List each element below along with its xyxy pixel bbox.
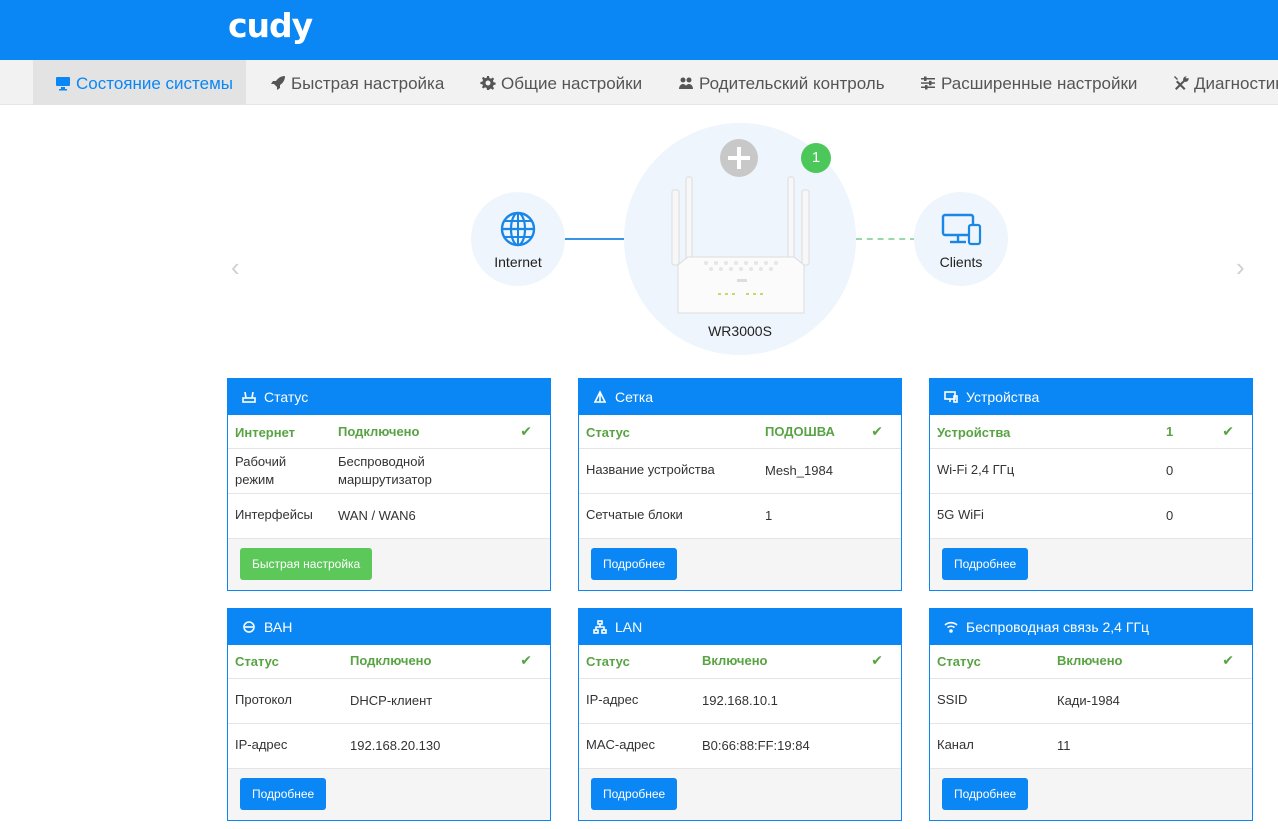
quick-setup-button[interactable]: Быстрая настройка [240,548,373,580]
status-interfaces-row: Интерфейсы WAN / WAN6 [228,494,550,539]
globe-icon [500,211,536,247]
nav-diagnostics[interactable]: Диагностика [1173,60,1278,105]
nav-general-settings[interactable]: Общие настройки [480,60,642,105]
wan-protocol-row: Протокол DHCP-клиент [228,679,550,724]
browser-icon [242,611,256,633]
cudy-logo[interactable]: cudy [228,6,313,45]
nav-advanced-settings[interactable]: Расширенные настройки [920,60,1137,105]
wifi24-status-row: Статус Включено ✔ [930,645,1252,679]
devices-wifi24-row: Wi-Fi 2,4 ГГц 0 [930,449,1252,494]
router-model-label: WR3000S [708,323,772,339]
wan-card: ВАН Статус Подключено ✔ Протокол DHCP-кл… [227,608,551,821]
users-icon [678,62,694,89]
devices-count-row: Устройства 1 ✔ [930,415,1252,449]
mesh-details-button[interactable]: Подробнее [591,548,678,580]
internet-link-line [564,238,626,240]
gear-icon [480,62,496,90]
clients-count-badge: 1 [801,143,831,173]
wan-details-button[interactable]: Подробнее [240,778,327,810]
lan-mac-row: MAC-адрес B0:66:88:FF:19:84 [579,724,901,769]
devices-card: Устройства Устройства 1 ✔ Wi-Fi 2,4 ГГц … [929,378,1253,591]
clients-node[interactable]: Clients [914,192,1008,286]
carousel-next-arrow[interactable]: › [1236,252,1245,283]
devices-details-button[interactable]: Подробнее [942,548,1029,580]
carousel-prev-arrow[interactable]: ‹ [231,252,240,283]
check-icon: ✔ [520,423,532,439]
wifi24-card: Беспроводная связь 2,4 ГГц Статус Включе… [929,608,1253,821]
clients-link-line [856,238,916,240]
status-mode-row: Рабочий режим Беспроводной маршрутизатор [228,449,550,494]
internet-node[interactable]: Internet [471,192,565,286]
check-icon: ✔ [1222,652,1234,668]
router-image [671,176,810,314]
check-icon: ✔ [1222,423,1234,439]
devices-card-header: Устройства [930,379,1252,415]
internet-label: Internet [494,254,542,270]
network-icon [593,611,607,634]
nav-parental-control[interactable]: Родительский контроль [678,60,885,105]
status-card-header: Статус [228,379,550,415]
rocket-icon [270,62,286,90]
wifi24-details-button[interactable]: Подробнее [942,778,1029,810]
mesh-card: Сетка Статус ПОДОШВА ✔ Название устройст… [578,378,902,591]
mesh-status-row: Статус ПОДОШВА ✔ [579,415,901,449]
monitor-icon [944,381,958,403]
check-icon: ✔ [871,423,883,439]
status-card: Статус Интернет Подключено ✔ Рабочий реж… [227,378,551,591]
wifi-icon [944,611,958,633]
wifi24-ssid-row: SSID Кади-1984 [930,679,1252,724]
router-icon [242,381,256,403]
nav-quick-setup[interactable]: Быстрая настройка [270,60,444,105]
top-bar: cudy [0,0,1278,60]
mesh-card-header: Сетка [579,379,901,415]
lan-card: LAN Статус Включено ✔ IP-адрес 192.168.1… [578,608,902,821]
add-device-button[interactable] [720,139,758,177]
wifi24-card-header: Беспроводная связь 2,4 ГГц [930,609,1252,645]
check-icon: ✔ [520,652,532,668]
wan-card-header: ВАН [228,609,550,645]
wifi24-channel-row: Канал 11 [930,724,1252,769]
mesh-units-row: Сетчатые блоки 1 [579,494,901,539]
devices-5g-row: 5G WiFi 0 [930,494,1252,539]
tools-icon [1173,62,1189,90]
lan-card-header: LAN [579,609,901,645]
monitor-icon [55,62,71,91]
lan-ip-row: IP-адрес 192.168.10.1 [579,679,901,724]
lan-details-button[interactable]: Подробнее [591,778,678,810]
main-nav: Состояние системы Быстрая настройка Общи… [0,60,1278,105]
devices-icon [941,213,982,246]
mesh-icon [593,381,607,403]
wan-status-row: Статус Подключено ✔ [228,645,550,679]
mesh-device-name-row: Название устройства Mesh_1984 [579,449,901,494]
lan-status-row: Статус Включено ✔ [579,645,901,679]
nav-system-status[interactable]: Состояние системы [33,60,246,105]
status-internet-row: Интернет Подключено ✔ [228,415,550,449]
wan-ip-row: IP-адрес 192.168.20.130 [228,724,550,769]
clients-label: Clients [939,254,983,270]
sliders-icon [920,62,936,90]
check-icon: ✔ [871,652,883,668]
